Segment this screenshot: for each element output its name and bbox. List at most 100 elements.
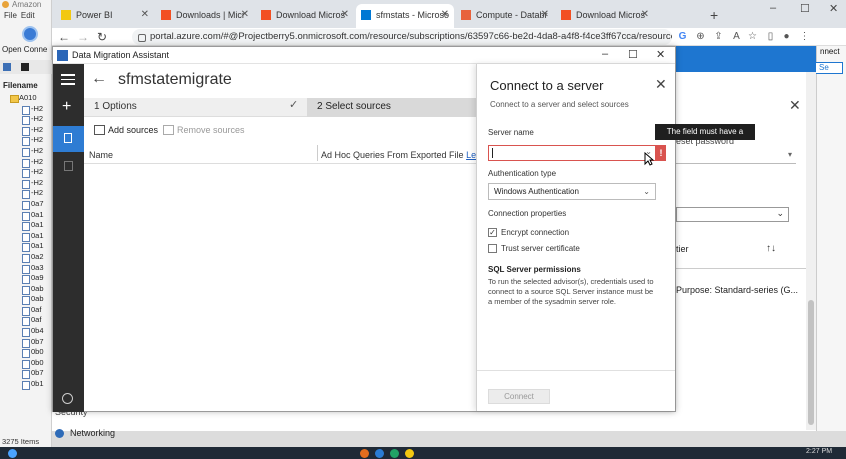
file-list-item[interactable]: 0a1 — [0, 220, 52, 231]
share-icon[interactable]: ⇪ — [712, 30, 725, 43]
encrypt-connection-checkbox[interactable]: ✓ Encrypt connection — [488, 228, 569, 237]
file-list-item[interactable]: -H2 — [0, 178, 52, 189]
file-list-item[interactable]: -H2 — [0, 125, 52, 136]
close-icon[interactable]: ✕ — [655, 76, 667, 93]
google-icon[interactable]: G — [676, 30, 689, 43]
menu-edit[interactable]: Edit — [21, 11, 35, 20]
portal-close-icon[interactable]: ✕ — [789, 97, 801, 114]
portal-search-button[interactable]: Se — [815, 62, 843, 74]
file-list-item[interactable]: 0ab — [0, 294, 52, 305]
reload-icon[interactable]: ↻ — [97, 28, 107, 46]
bookmark-star-icon[interactable]: ☆ — [746, 30, 759, 43]
tab-label: Download Micros — [576, 10, 646, 20]
sidebar-icon[interactable]: ▯ — [764, 30, 777, 43]
browser-tab[interactable]: Download Micros ✕ — [256, 4, 354, 28]
close-icon[interactable]: ✕ — [829, 2, 838, 15]
file-list-item[interactable]: -H2 — [0, 188, 52, 199]
menu-file[interactable]: File — [4, 11, 17, 20]
browser-tab[interactable]: Download Micros ✕ — [556, 4, 654, 28]
tab-close-icon[interactable]: ✕ — [641, 4, 649, 26]
browser-tab[interactable]: Compute - Databr ✕ — [456, 4, 554, 28]
file-list-item[interactable]: 0a7 — [0, 199, 52, 210]
read-aloud-icon[interactable]: A — [730, 30, 743, 43]
file-list-item[interactable]: 0a1 — [0, 241, 52, 252]
save-icon[interactable] — [21, 63, 29, 71]
step-options[interactable]: 1 Options — [94, 101, 137, 112]
trust-server-certificate-checkbox[interactable]: Trust server certificate — [488, 244, 580, 253]
profile-icon[interactable]: ● — [780, 30, 793, 43]
url-field[interactable]: portal.azure.com/#@Projectberry5.onmicro… — [132, 29, 672, 45]
back-icon[interactable]: ← — [58, 28, 70, 46]
file-list-item[interactable]: 0b4 — [0, 326, 52, 337]
file-list-item[interactable]: 0af — [0, 305, 52, 316]
file-list-item[interactable]: 0ab — [0, 284, 52, 295]
chevron-down-icon: ▾ — [787, 150, 792, 159]
new-tab-button[interactable]: + — [710, 7, 718, 23]
file-list-item[interactable]: 0a1 — [0, 210, 52, 221]
tab-close-icon[interactable]: ✕ — [341, 4, 349, 26]
forward-icon[interactable]: → — [77, 28, 89, 46]
file-list-item[interactable]: -H2 — [0, 135, 52, 146]
portal-select[interactable]: ⌄ — [676, 207, 789, 222]
back-arrow-icon[interactable]: ← — [91, 70, 107, 88]
minimize-icon[interactable]: – — [770, 2, 776, 14]
connect-button[interactable]: Connect — [488, 389, 550, 404]
file-list-item[interactable]: 0b0 — [0, 358, 52, 369]
tab-close-icon[interactable]: ✕ — [241, 4, 249, 26]
checkbox-icon[interactable] — [488, 244, 497, 253]
menu-dots-icon[interactable]: ⋮ — [798, 30, 811, 43]
start-icon[interactable] — [8, 449, 17, 458]
server-name-input[interactable]: ⌄ — [488, 145, 656, 161]
checkbox-icon[interactable]: ✓ — [488, 228, 497, 237]
file-list-item[interactable]: 0b7 — [0, 368, 52, 380]
file-list-item[interactable]: 0a9 — [0, 273, 52, 284]
portal-scroll-thumb[interactable] — [808, 300, 814, 425]
taskbar-app-icon[interactable] — [375, 449, 384, 458]
hamburger-menu-icon[interactable] — [61, 74, 75, 88]
file-list-item[interactable]: 0b1 — [0, 379, 52, 390]
taskbar-app-icon[interactable] — [405, 449, 414, 458]
zoom-icon[interactable]: ⊕ — [694, 30, 707, 43]
taskbar-app-icon[interactable] — [360, 449, 369, 458]
tab-favicon-icon — [161, 10, 171, 20]
new-project-icon[interactable]: + — [62, 99, 71, 115]
file-list-item[interactable]: -H2 — [0, 167, 52, 178]
file-list-item[interactable]: 0af — [0, 315, 52, 327]
file-list-item[interactable]: 0a2 — [0, 252, 52, 263]
remove-sources-button[interactable]: Remove sources — [163, 125, 245, 135]
close-icon[interactable]: ✕ — [656, 48, 665, 61]
file-list-item[interactable]: 0b0 — [0, 347, 52, 358]
file-list-item[interactable]: 0b7 — [0, 337, 52, 348]
browser-tab[interactable]: sfmstats - Microso ✕ — [356, 4, 454, 28]
open-connection-label[interactable]: Open Conne — [2, 45, 47, 54]
file-list-item[interactable]: -H2 — [0, 146, 52, 157]
file-list-item[interactable]: 0a3 — [0, 263, 52, 274]
migration-icon[interactable] — [64, 161, 73, 171]
feedback-icon[interactable] — [62, 393, 73, 404]
assessment-icon[interactable] — [53, 126, 84, 152]
browser-tab[interactable]: Power BI ✕ — [56, 4, 154, 28]
file-list-item[interactable]: -H2 — [0, 104, 52, 115]
folder-item[interactable]: A010 — [0, 93, 52, 104]
dma-window-title: Data Migration Assistant — [72, 50, 170, 60]
auth-type-select[interactable]: Windows Authentication ⌄ — [488, 183, 656, 200]
file-list-item[interactable]: -H2 — [0, 157, 52, 168]
tab-favicon-icon — [361, 10, 371, 20]
sort-icon[interactable]: ↑↓ — [766, 243, 776, 254]
tab-label: Download Micros — [276, 10, 346, 20]
taskbar-app-icon[interactable] — [390, 449, 399, 458]
add-sources-button[interactable]: Add sources — [94, 125, 158, 135]
maximize-icon[interactable]: ☐ — [800, 2, 810, 15]
file-list-item[interactable]: 0a1 — [0, 231, 52, 242]
tab-close-icon[interactable]: ✕ — [141, 4, 149, 26]
file-list-item[interactable]: -H2 — [0, 114, 52, 125]
tab-close-icon[interactable]: ✕ — [541, 4, 549, 26]
portal-nav-networking[interactable]: Networking — [55, 428, 115, 438]
step-select-sources[interactable]: 2 Select sources — [317, 101, 391, 112]
maximize-icon[interactable]: ☐ — [628, 48, 638, 61]
browser-tab[interactable]: Downloads | Micr ✕ — [156, 4, 254, 28]
open-connection-icon[interactable] — [22, 26, 38, 42]
minimize-icon[interactable]: – — [602, 48, 608, 60]
tab-close-icon[interactable]: ✕ — [441, 4, 449, 26]
toolbar-icon[interactable] — [3, 63, 11, 71]
